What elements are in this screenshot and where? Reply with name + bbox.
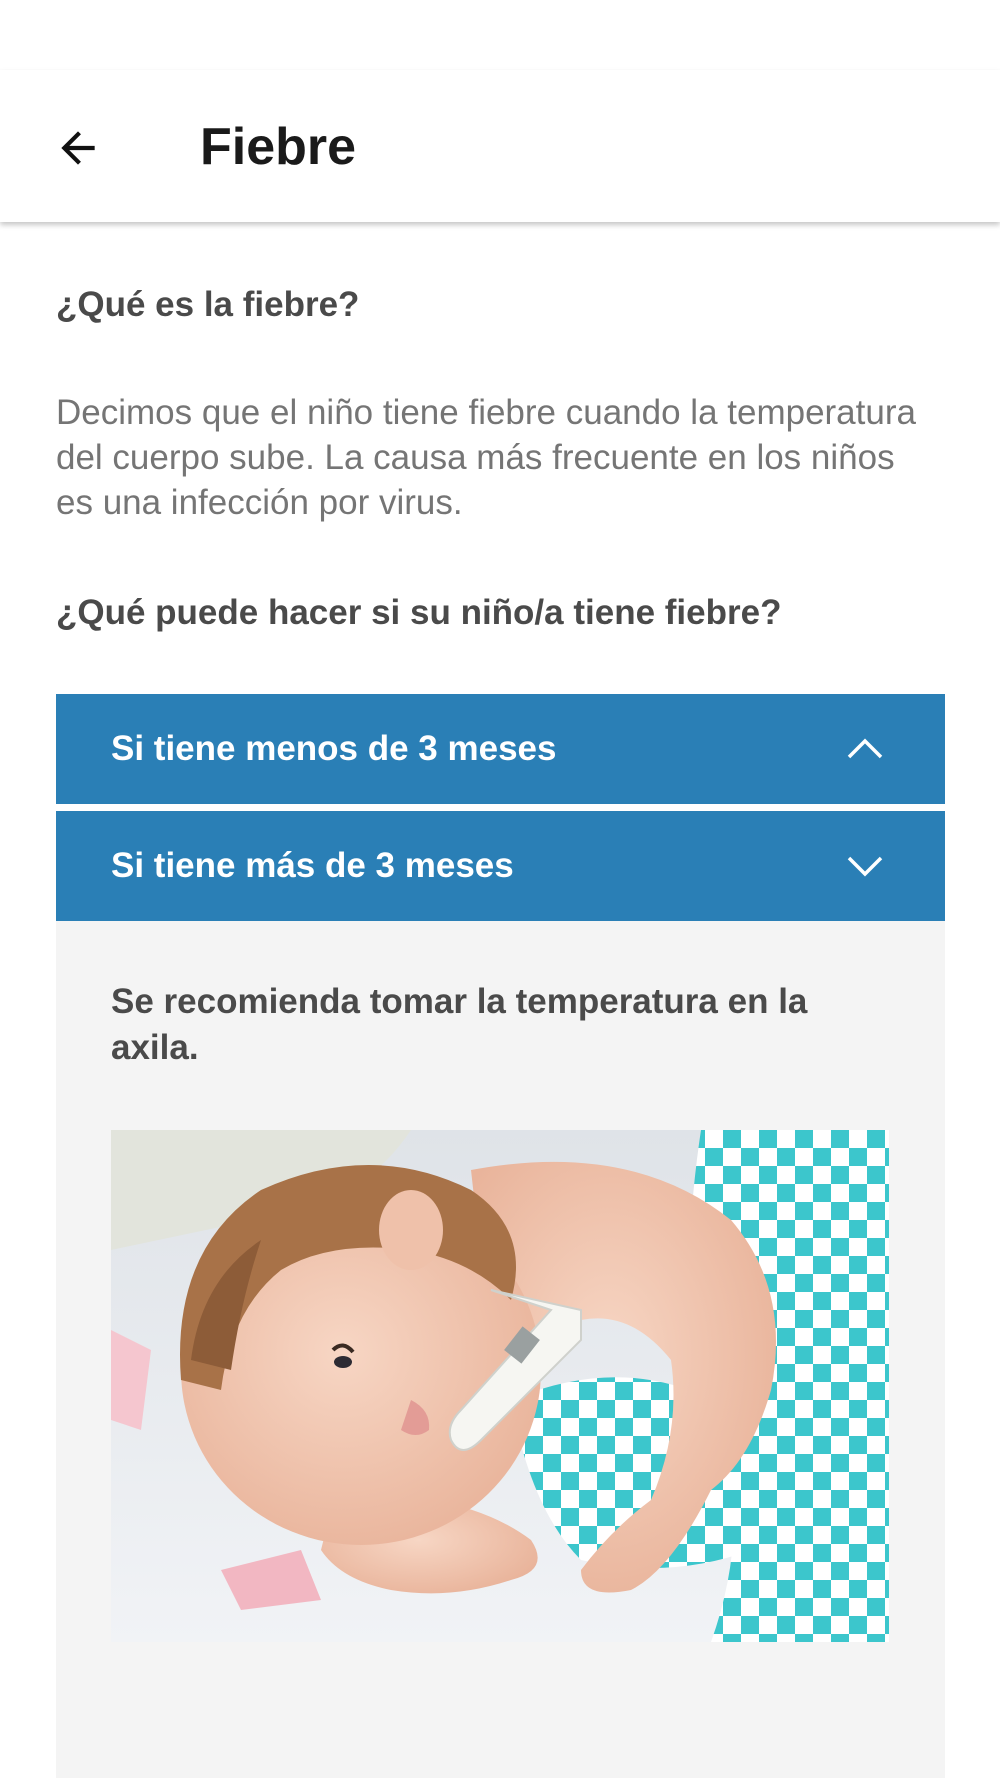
content-scroll[interactable]: ¿Qué es la fiebre? Decimos que el niño t…	[0, 222, 1000, 1778]
top-app-bar: Fiebre	[0, 70, 1000, 222]
section-heading-what-is-fever: ¿Qué es la fiebre?	[56, 285, 360, 324]
app-screen: Fiebre ¿Qué es la fiebre? Decimos que el…	[0, 0, 1000, 1778]
accordion-label: Si tiene más de 3 meses	[111, 846, 514, 885]
accordion-over-3-months[interactable]: Si tiene más de 3 meses	[56, 811, 945, 921]
chevron-down-icon	[845, 846, 885, 886]
temperature-recommendation: Se recomienda tomar la temperatura en la…	[111, 982, 808, 1067]
chevron-up-icon	[845, 729, 885, 769]
accordion-panel-over-3-months: Se recomienda tomar la temperatura en la…	[56, 921, 945, 1778]
status-bar	[0, 0, 1000, 70]
accordion-label: Si tiene menos de 3 meses	[111, 729, 557, 768]
section-heading-what-to-do: ¿Qué puede hacer si su niño/a tiene fieb…	[56, 593, 782, 632]
arrow-left-icon	[61, 131, 95, 165]
page-title: Fiebre	[200, 118, 357, 176]
back-button[interactable]	[44, 114, 112, 182]
fever-description-paragraph: Decimos que el niño tiene fiebre cuando …	[56, 393, 916, 522]
accordion-under-3-months[interactable]: Si tiene menos de 3 meses	[56, 694, 945, 804]
baby-thermometer-photo	[111, 1130, 889, 1642]
